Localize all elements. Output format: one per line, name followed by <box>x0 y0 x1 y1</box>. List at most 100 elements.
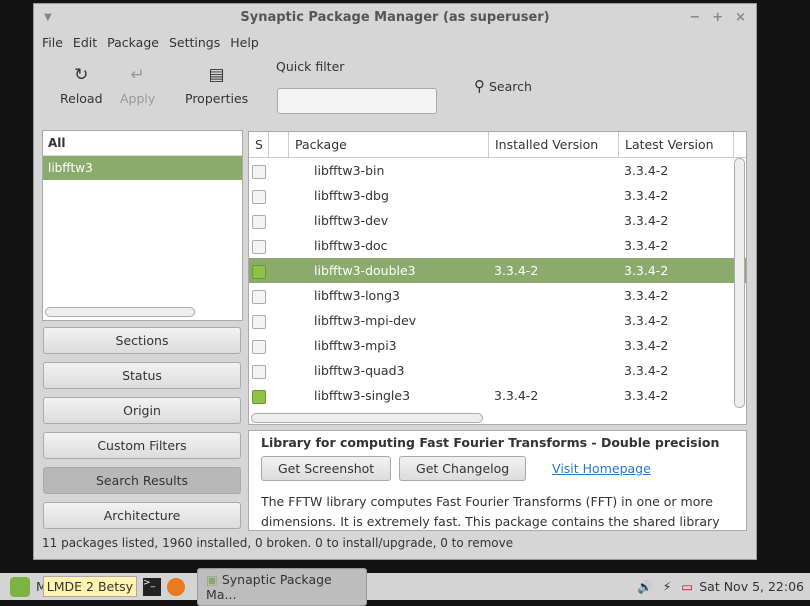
package-name: libfftw3-double3 <box>314 263 416 278</box>
table-horizontal-scrollbar[interactable] <box>251 413 483 423</box>
table-row[interactable]: libfftw3-mpi3 3.3.4-2 <box>249 333 746 358</box>
package-name: libfftw3-long3 <box>314 288 401 303</box>
table-row[interactable]: libfftw3-long3 3.3.4-2 <box>249 283 746 308</box>
latest-version: 3.3.4-2 <box>624 288 669 303</box>
window-menu-icon[interactable]: ▼ <box>44 12 52 23</box>
package-checkbox[interactable] <box>252 289 266 304</box>
properties-button[interactable]: ▤ Properties <box>185 65 248 106</box>
table-vertical-scrollbar[interactable] <box>734 158 745 408</box>
table-row[interactable]: libfftw3-double3 3.3.4-2 3.3.4-2 <box>249 258 746 283</box>
properties-label: Properties <box>185 91 249 106</box>
menu-help[interactable]: Help <box>230 35 259 50</box>
col-latest[interactable]: Latest Version <box>619 132 734 157</box>
status-bar: 11 packages listed, 1960 installed, 0 br… <box>42 536 514 550</box>
menu-settings[interactable]: Settings <box>169 35 220 50</box>
section-header-all[interactable]: All <box>43 131 242 156</box>
volume-icon[interactable]: 🔊 <box>637 579 653 595</box>
menu-package[interactable]: Package <box>107 35 159 50</box>
menu-file[interactable]: File <box>42 35 63 50</box>
architecture-button[interactable]: Architecture <box>43 502 241 529</box>
col-status[interactable]: S <box>249 132 269 157</box>
status-button[interactable]: Status <box>43 362 241 389</box>
table-row[interactable]: libfftw3-mpi-dev 3.3.4-2 <box>249 308 746 333</box>
menu-edit[interactable]: Edit <box>73 35 97 50</box>
package-checkbox[interactable] <box>252 314 266 329</box>
installed-version <box>489 183 619 208</box>
tooltip: LMDE 2 Betsy <box>42 576 138 597</box>
terminal-icon[interactable]: >_ <box>143 577 162 596</box>
package-checkbox[interactable] <box>252 339 266 354</box>
search-results-button[interactable]: Search Results <box>43 467 241 494</box>
package-checkbox[interactable] <box>252 364 266 379</box>
installed-version <box>489 233 619 258</box>
section-item[interactable]: libfftw3 <box>43 156 242 180</box>
latest-version: 3.3.4-2 <box>624 263 669 278</box>
package-name: libfftw3-single3 <box>314 388 411 403</box>
quick-filter-label: Quick filter <box>276 59 345 74</box>
reload-button[interactable]: ↻ Reload <box>60 65 103 106</box>
package-name: libfftw3-mpi-dev <box>314 313 417 328</box>
clock[interactable]: Sat Nov 5, 22:06 <box>699 579 804 594</box>
synaptic-icon: ▣ <box>206 571 218 587</box>
latest-version: 3.3.4-2 <box>624 363 669 378</box>
search-label: Search <box>488 79 532 94</box>
quick-filter-input[interactable] <box>277 88 437 114</box>
package-name: libfftw3-mpi3 <box>314 338 397 353</box>
description-title: Library for computing Fast Fourier Trans… <box>261 435 720 450</box>
table-header: S Package Installed Version Latest Versi… <box>249 132 746 158</box>
apply-button[interactable]: ↵ Apply <box>120 65 155 106</box>
get-screenshot-button[interactable]: Get Screenshot <box>261 456 392 481</box>
get-changelog-button[interactable]: Get Changelog <box>399 456 527 481</box>
package-checkbox[interactable] <box>252 389 266 404</box>
table-row[interactable]: libfftw3-bin 3.3.4-2 <box>249 158 746 183</box>
search-button[interactable]: ⚲ Search <box>474 77 532 95</box>
search-icon: ⚲ <box>474 77 485 95</box>
menu-bar: File Edit Package Settings Help <box>34 31 756 53</box>
maximize-icon[interactable]: + <box>712 10 723 25</box>
firefox-icon[interactable] <box>167 577 186 596</box>
taskbar: M LMDE 2 Betsy >_ ▣ Synaptic Package Ma.… <box>0 567 810 606</box>
package-name: libfftw3-doc <box>314 238 388 253</box>
table-row[interactable]: libfftw3-doc 3.3.4-2 <box>249 233 746 258</box>
package-name: libfftw3-bin <box>314 163 385 178</box>
col-installed[interactable]: Installed Version <box>489 132 619 157</box>
battery-icon[interactable]: ▭ <box>681 579 693 594</box>
latest-version: 3.3.4-2 <box>624 213 669 228</box>
sections-button[interactable]: Sections <box>43 327 241 354</box>
table-row[interactable]: libfftw3-dbg 3.3.4-2 <box>249 183 746 208</box>
visit-homepage-link[interactable]: Visit Homepage <box>552 461 651 476</box>
package-name: libfftw3-dbg <box>314 188 389 203</box>
col-support[interactable] <box>269 132 289 157</box>
package-checkbox[interactable] <box>252 214 266 229</box>
table-row[interactable]: libfftw3-quad3 3.3.4-2 <box>249 358 746 383</box>
table-row[interactable]: libfftw3-single3 3.3.4-2 3.3.4-2 <box>249 383 746 408</box>
reload-icon: ↻ <box>74 65 89 85</box>
minimize-icon[interactable]: − <box>689 10 700 25</box>
custom-filters-button[interactable]: Custom Filters <box>43 432 241 459</box>
window-title: Synaptic Package Manager (as superuser) <box>240 10 550 25</box>
latest-version: 3.3.4-2 <box>624 238 669 253</box>
latest-version: 3.3.4-2 <box>624 338 669 353</box>
latest-version: 3.3.4-2 <box>624 313 669 328</box>
description-text: The FFTW library computes Fast Fourier T… <box>261 494 720 529</box>
package-checkbox[interactable] <box>252 164 266 179</box>
table-row[interactable]: libfftw3-dev 3.3.4-2 <box>249 208 746 233</box>
installed-version <box>489 158 619 183</box>
network-icon[interactable]: ⚡ <box>663 579 672 594</box>
origin-button[interactable]: Origin <box>43 397 241 424</box>
section-list: All libfftw3 <box>42 130 243 321</box>
latest-version: 3.3.4-2 <box>624 388 669 403</box>
package-checkbox[interactable] <box>252 239 266 254</box>
installed-version <box>489 308 619 333</box>
col-package[interactable]: Package <box>289 132 489 157</box>
latest-version: 3.3.4-2 <box>624 163 669 178</box>
package-checkbox[interactable] <box>252 264 266 279</box>
description-pane: Library for computing Fast Fourier Trans… <box>248 430 747 531</box>
installed-version: 3.3.4-2 <box>494 263 539 278</box>
reload-label: Reload <box>60 91 103 106</box>
properties-icon: ▤ <box>208 65 225 85</box>
package-checkbox[interactable] <box>252 189 266 204</box>
left-horizontal-scrollbar[interactable] <box>45 307 195 317</box>
close-icon[interactable]: × <box>735 10 746 25</box>
mint-menu-icon[interactable] <box>10 576 30 597</box>
